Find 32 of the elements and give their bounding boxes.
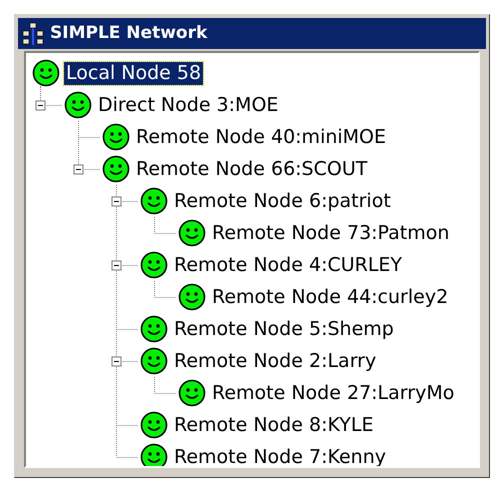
tree-node-label[interactable]: Remote Node 5:Shemp xyxy=(172,318,396,340)
collapse-button[interactable] xyxy=(112,196,122,206)
collapse-button[interactable] xyxy=(36,100,46,110)
smiley-face-icon xyxy=(140,411,168,439)
smiley-face-icon xyxy=(140,443,168,466)
smiley-face-icon xyxy=(178,219,206,247)
smiley-face-icon xyxy=(32,59,60,87)
tree-node-label[interactable]: Remote Node 4:CURLEY xyxy=(172,254,404,276)
smiley-face-icon xyxy=(102,123,130,151)
smiley-face-icon xyxy=(140,251,168,279)
smiley-face-icon xyxy=(140,315,168,343)
tree-node-label[interactable]: Remote Node 6:patriot xyxy=(172,190,393,212)
tree-node-label[interactable]: Remote Node 27:LarryMo xyxy=(210,382,456,404)
tree-node-label[interactable]: Remote Node 40:miniMOE xyxy=(134,126,388,148)
tree-node-label[interactable]: Remote Node 2:Larry xyxy=(172,350,378,372)
collapse-button[interactable] xyxy=(112,260,122,270)
tree-node-label[interactable]: Remote Node 44:curley2 xyxy=(210,286,450,308)
smiley-face-icon xyxy=(140,347,168,375)
tree-node-label[interactable]: Local Node 58 xyxy=(64,62,204,84)
tree-node-label[interactable]: Direct Node 3:MOE xyxy=(96,94,280,116)
smiley-face-icon xyxy=(178,283,206,311)
smiley-face-icon xyxy=(178,379,206,407)
tree-node-label[interactable]: Remote Node 8:KYLE xyxy=(172,414,376,436)
window-title: SIMPLE Network xyxy=(50,22,208,45)
network-icon xyxy=(22,22,44,46)
collapse-button[interactable] xyxy=(74,164,84,174)
smiley-face-icon xyxy=(102,155,130,183)
smiley-face-icon xyxy=(64,91,92,119)
tree-node-label[interactable]: Remote Node 66:SCOUT xyxy=(134,158,370,180)
smiley-face-icon xyxy=(140,187,168,215)
tree-node-label[interactable]: Remote Node 73:Patmon xyxy=(210,222,452,244)
collapse-button[interactable] xyxy=(112,356,122,366)
